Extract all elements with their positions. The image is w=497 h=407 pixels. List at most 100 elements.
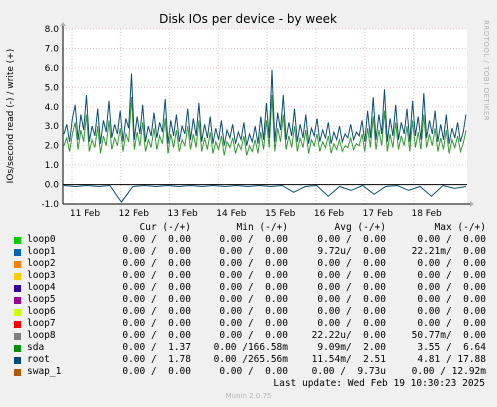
legend-avg: 0.00 / 0.00 xyxy=(317,234,386,245)
legend-avg: 0.00 / 0.00 xyxy=(317,318,386,329)
legend-max: 0.00 / 0.00 xyxy=(417,306,486,317)
legend-row: loop7 0.00 / 0.00 0.00 / 0.00 0.00 / 0.00 0.… xyxy=(10,318,490,330)
y-axis-ticks: 8.0 7.0 6.0 5.0 4.0 3.0 2.0 1.0 0.0 -1.0 xyxy=(41,25,59,210)
legend-swatch xyxy=(14,237,21,244)
legend-min: 0.00 /166.58m xyxy=(213,342,288,353)
legend-avg: 9.72u/ 0.00 xyxy=(317,246,386,257)
legend-max: 0.00 / 0.00 xyxy=(417,282,486,293)
legend-table: Cur (-/+) Min (-/+) Avg (-/+) Max (-/+) … xyxy=(10,222,490,378)
legend-max: 0.00 / 0.00 xyxy=(417,294,486,305)
legend-name: loop5 xyxy=(27,294,56,305)
x-tick-label: 14 Feb xyxy=(216,209,247,219)
y-tick-label: -1.0 xyxy=(41,200,59,210)
x-tick-label: 11 Feb xyxy=(70,209,101,219)
legend-swatch xyxy=(14,357,21,364)
legend-row: swap_1 0.00 / 0.00 0.00 / 0.00 0.00 / 9.73u… xyxy=(10,366,490,378)
x-axis-ticks: 11 Feb 12 Feb 13 Feb 14 Feb 15 Feb 16 Feb 17 F… xyxy=(70,209,442,219)
legend-avg: 0.00 / 0.00 xyxy=(317,294,386,305)
legend-cur: 0.00 / 0.00 xyxy=(122,246,191,257)
legend-swatch xyxy=(14,273,21,280)
legend-swatch xyxy=(14,249,21,256)
y-axis-label: IOs/second read (-) / write (+) xyxy=(6,49,16,184)
legend-min: 0.00 / 0.00 xyxy=(219,282,288,293)
legend-max: 0.00 / 0.00 xyxy=(417,258,486,269)
y-tick-label: 1.0 xyxy=(45,161,60,171)
y-tick-label: 2.0 xyxy=(45,142,60,152)
legend-swatch xyxy=(14,261,21,268)
legend-cur: 0.00 / 0.00 xyxy=(122,270,191,281)
legend-min: 0.00 / 0.00 xyxy=(219,294,288,305)
y-tick-label: 3.0 xyxy=(45,122,60,132)
rrdtool-credit: RRDTOOL / TOBI OETIKER xyxy=(482,20,490,121)
legend-header-min: Min (-/+) xyxy=(236,222,288,233)
y-tick-label: 5.0 xyxy=(45,83,60,93)
legend-min: 0.00 / 0.00 xyxy=(219,258,288,269)
legend-avg: 0.00 / 0.00 xyxy=(317,258,386,269)
legend-row: loop3 0.00 / 0.00 0.00 / 0.00 0.00 / 0.00 0.… xyxy=(10,270,490,282)
legend-avg: 9.09m/ 2.00 xyxy=(317,342,386,353)
legend-cur: 0.00 / 0.00 xyxy=(122,282,191,293)
legend-min: 0.00 /265.56m xyxy=(213,354,288,365)
legend-name: sda xyxy=(27,342,45,353)
legend-cur: 0.00 / 1.37 xyxy=(122,342,191,353)
legend-cur: 0.00 / 0.00 xyxy=(122,330,191,341)
legend-swatch xyxy=(14,333,21,340)
legend-avg: 0.00 / 0.00 xyxy=(317,270,386,281)
legend-avg: 22.22u/ 0.00 xyxy=(311,330,386,341)
legend-name: loop7 xyxy=(27,318,56,329)
legend-max: 50.77m/ 0.00 xyxy=(411,330,486,341)
x-tick-label: 18 Feb xyxy=(411,209,442,219)
legend-swatch xyxy=(14,285,21,292)
legend-cur: 0.00 / 1.78 xyxy=(122,354,191,365)
legend-min: 0.00 / 0.00 xyxy=(219,330,288,341)
legend-swatch xyxy=(14,321,21,328)
x-tick-label: 12 Feb xyxy=(119,209,150,219)
legend-avg: 0.00 / 0.00 xyxy=(317,306,386,317)
legend-name: loop8 xyxy=(27,330,56,341)
legend-avg: 0.00 / 0.00 xyxy=(317,282,386,293)
y-tick-label: 0.0 xyxy=(45,181,60,191)
legend-cur: 0.00 / 0.00 xyxy=(122,306,191,317)
legend-swatch xyxy=(14,345,21,352)
legend-min: 0.00 / 0.00 xyxy=(219,246,288,257)
last-update: Last update: Wed Feb 19 10:30:23 2025 xyxy=(273,378,485,389)
legend-max: 0.00 / 12.92m xyxy=(411,366,486,377)
y-tick-label: 6.0 xyxy=(45,64,60,74)
legend-name: swap_1 xyxy=(27,366,62,377)
legend-max: 0.00 / 0.00 xyxy=(417,234,486,245)
x-tick-label: 15 Feb xyxy=(265,209,296,219)
legend-name: loop4 xyxy=(27,282,56,293)
legend-cur: 0.00 / 0.00 xyxy=(122,318,191,329)
legend-max: 4.81 / 17.88 xyxy=(417,354,486,365)
legend-max: 0.00 / 0.00 xyxy=(417,318,486,329)
x-tick-label: 16 Feb xyxy=(314,209,345,219)
y-tick-label: 4.0 xyxy=(45,103,60,113)
legend-row: loop2 0.00 / 0.00 0.00 / 0.00 0.00 / 0.00 0.… xyxy=(10,258,490,270)
legend-min: 0.00 / 0.00 xyxy=(219,366,288,377)
legend-name: root xyxy=(27,354,50,365)
legend-min: 0.00 / 0.00 xyxy=(219,306,288,317)
legend-avg: 11.54m/ 2.51 xyxy=(311,354,386,365)
legend-min: 0.00 / 0.00 xyxy=(219,318,288,329)
y-axis-arrow xyxy=(60,22,66,26)
legend-max: 0.00 / 0.00 xyxy=(417,270,486,281)
legend-row: sda 0.00 / 1.37 0.00 /166.58m 9.09m/ 2.00 3.… xyxy=(10,342,490,354)
legend-cur: 0.00 / 0.00 xyxy=(122,234,191,245)
legend-max: 22.21m/ 0.00 xyxy=(411,246,486,257)
legend-cur: 0.00 / 0.00 xyxy=(122,258,191,269)
legend-swatch xyxy=(14,309,21,316)
x-axis-arrow xyxy=(470,201,474,207)
legend-name: loop2 xyxy=(27,258,56,269)
legend-header-avg: Avg (-/+) xyxy=(334,222,386,233)
legend-row: loop5 0.00 / 0.00 0.00 / 0.00 0.00 / 0.00 0.… xyxy=(10,294,490,306)
legend-header-max: Max (-/+) xyxy=(434,222,486,233)
munin-version: Munin 2.0.75 xyxy=(225,392,272,400)
legend-min: 0.00 / 0.00 xyxy=(219,270,288,281)
legend-header: Cur (-/+) Min (-/+) Avg (-/+) Max (-/+) xyxy=(10,222,490,234)
legend-name: loop1 xyxy=(27,246,56,257)
legend-name: loop0 xyxy=(27,234,56,245)
legend-cur: 0.00 / 0.00 xyxy=(122,294,191,305)
legend-row: loop8 0.00 / 0.00 0.00 / 0.00 22.22u/ 0.00 5… xyxy=(10,330,490,342)
legend-row: root 0.00 / 1.78 0.00 /265.56m 11.54m/ 2.51… xyxy=(10,354,490,366)
legend-rows: loop0 0.00 / 0.00 0.00 / 0.00 0.00 / 0.00 0.… xyxy=(10,234,490,378)
